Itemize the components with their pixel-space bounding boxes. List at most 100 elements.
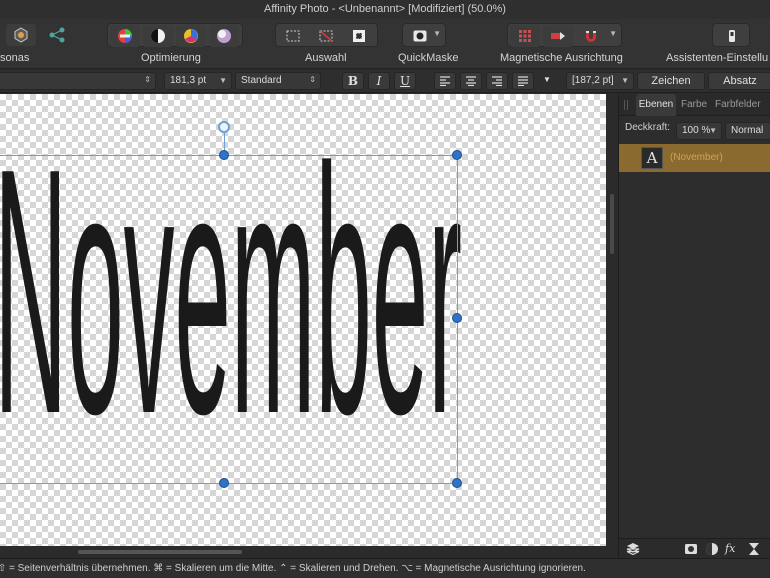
opacity-row: Deckkraft: 100 % ▼ Normal [619, 118, 770, 142]
align-center-button[interactable] [460, 72, 482, 90]
align-left-icon [440, 76, 450, 87]
opacity-field[interactable]: 100 % ▼ [676, 122, 722, 140]
opacity-label: Deckkraft: [625, 122, 671, 133]
marquee-icon [286, 30, 300, 42]
bold-button[interactable]: B [342, 72, 364, 90]
assistant-button[interactable] [717, 25, 747, 47]
horizontal-scrollbar-thumb[interactable] [78, 550, 242, 554]
handle-top-center[interactable] [219, 150, 229, 160]
font-style-stepper-icon: ⇕ [309, 75, 316, 84]
leading-dropdown-icon: ▼ [621, 76, 629, 85]
font-family-field[interactable]: ⇕ [0, 72, 156, 90]
underline-button[interactable]: U [394, 72, 416, 90]
handle-bottom-center[interactable] [219, 478, 229, 488]
photo-persona-button[interactable] [6, 24, 36, 46]
status-bar: Textrahmengröße ändern. ⇧ = Seitenverhäl… [0, 558, 770, 578]
zeichen-button[interactable]: Zeichen [637, 72, 705, 90]
status-text: Textrahmengröße ändern. ⇧ = Seitenverhäl… [0, 563, 586, 574]
photo-persona-icon [14, 27, 28, 43]
panel-grip-icon[interactable] [624, 100, 628, 110]
text-layer-thumbnail: A [641, 147, 663, 169]
quickmask-button[interactable] [405, 25, 435, 47]
snapping-move-icon [551, 32, 565, 40]
deselect-icon [319, 30, 333, 42]
snapping-grid-icon [519, 30, 531, 42]
align-left-button[interactable] [434, 72, 456, 90]
optimierung-group [107, 23, 243, 47]
gradient-sphere-icon [217, 29, 231, 43]
blend-mode-value: Normal [731, 125, 764, 136]
layer-name: (November) [670, 152, 723, 163]
font-family-stepper-icon: ⇕ [144, 75, 151, 84]
assistenten-label: Assistenten-Einstellu [666, 52, 769, 64]
panel-tabs: Ebenen Farbe Farbfelder [619, 94, 770, 116]
magnetische-label: Magnetische Ausrichtung [500, 52, 623, 64]
personas-label: sonas [0, 52, 30, 64]
handle-middle-right[interactable] [452, 313, 462, 323]
mask-icon[interactable] [684, 542, 698, 556]
assistant-group [712, 23, 750, 47]
panel-bottom-toolbar: fx [619, 538, 770, 558]
layers-panel: Ebenen Farbe Farbfelder Deckkraft: 100 %… [618, 94, 770, 558]
select-all-button[interactable] [278, 25, 308, 47]
window-title: Affinity Photo - <Unbenannt> [Modifizier… [0, 0, 770, 19]
justify-icon [518, 76, 528, 87]
align-right-button[interactable] [486, 72, 508, 90]
color-balance-button[interactable] [176, 25, 206, 47]
blend-mode-field[interactable]: Normal [725, 122, 770, 140]
font-style-field[interactable]: Standard ⇕ [235, 72, 321, 90]
font-style-value: Standard [241, 75, 282, 86]
quickmask-dropdown-arrow[interactable]: ▼ [433, 29, 441, 38]
snapping-grid-button[interactable] [510, 25, 540, 47]
deselect-button[interactable] [311, 25, 341, 47]
italic-button[interactable]: I [368, 72, 390, 90]
quickmask-icon [413, 30, 427, 42]
white-balance-button[interactable] [209, 25, 239, 47]
align-center-icon [466, 76, 476, 87]
context-toolbar: ⇕ 181,3 pt ▼ Standard ⇕ B I U ▼ [187,2 pt]… [0, 70, 770, 93]
selection-box[interactable] [0, 155, 458, 484]
opacity-value: 100 % [682, 125, 711, 136]
magnet-button[interactable] [576, 25, 606, 47]
handle-top-right[interactable] [452, 150, 462, 160]
horizontal-scrollbar[interactable] [0, 546, 606, 558]
tab-farbfelder[interactable]: Farbfelder [715, 94, 761, 116]
share-icon [49, 27, 65, 43]
snapping-move-button[interactable] [543, 25, 573, 47]
align-right-icon [492, 76, 502, 87]
quickmaske-label: QuickMaske [398, 52, 459, 64]
absatz-button[interactable]: Absatz [708, 72, 770, 90]
assistant-icon [729, 30, 735, 42]
auswahl-group [275, 23, 378, 47]
leading-value: [187,2 pt] [572, 75, 614, 86]
snapping-dropdown-arrow[interactable]: ▼ [609, 29, 617, 38]
layer-row[interactable]: A (November) [619, 144, 770, 172]
snapping-group: ▼ [507, 23, 622, 47]
font-size-field[interactable]: 181,3 pt ▼ [164, 72, 232, 90]
share-button[interactable] [42, 24, 72, 46]
fx-icon[interactable]: fx [725, 542, 739, 556]
font-size-value: 181,3 pt [170, 75, 207, 86]
alignment-dropdown-arrow[interactable]: ▼ [536, 72, 558, 90]
tab-ebenen[interactable]: Ebenen [636, 94, 676, 116]
contrast-button[interactable] [143, 25, 173, 47]
adjustment-icon[interactable] [705, 542, 719, 556]
invert-selection-icon [353, 30, 365, 42]
hourglass-icon[interactable] [747, 542, 761, 556]
opacity-dropdown-icon: ▼ [709, 126, 717, 135]
layers-icon[interactable] [626, 542, 640, 556]
vertical-scrollbar-thumb[interactable] [610, 194, 614, 254]
magnet-icon [586, 31, 596, 42]
handle-bottom-right[interactable] [452, 478, 462, 488]
document-canvas[interactable]: November [0, 94, 606, 546]
font-size-dropdown-icon: ▼ [219, 76, 227, 85]
levels-button[interactable] [110, 25, 140, 47]
invert-selection-button[interactable] [344, 25, 374, 47]
justify-button[interactable] [512, 72, 534, 90]
color-balance-icon [184, 29, 198, 43]
tab-farbe[interactable]: Farbe [681, 94, 707, 116]
leading-field[interactable]: [187,2 pt] ▼ [566, 72, 634, 90]
rotation-handle[interactable] [218, 121, 230, 133]
vertical-scrollbar[interactable] [606, 94, 618, 546]
quickmaske-group: ▼ [402, 23, 446, 47]
